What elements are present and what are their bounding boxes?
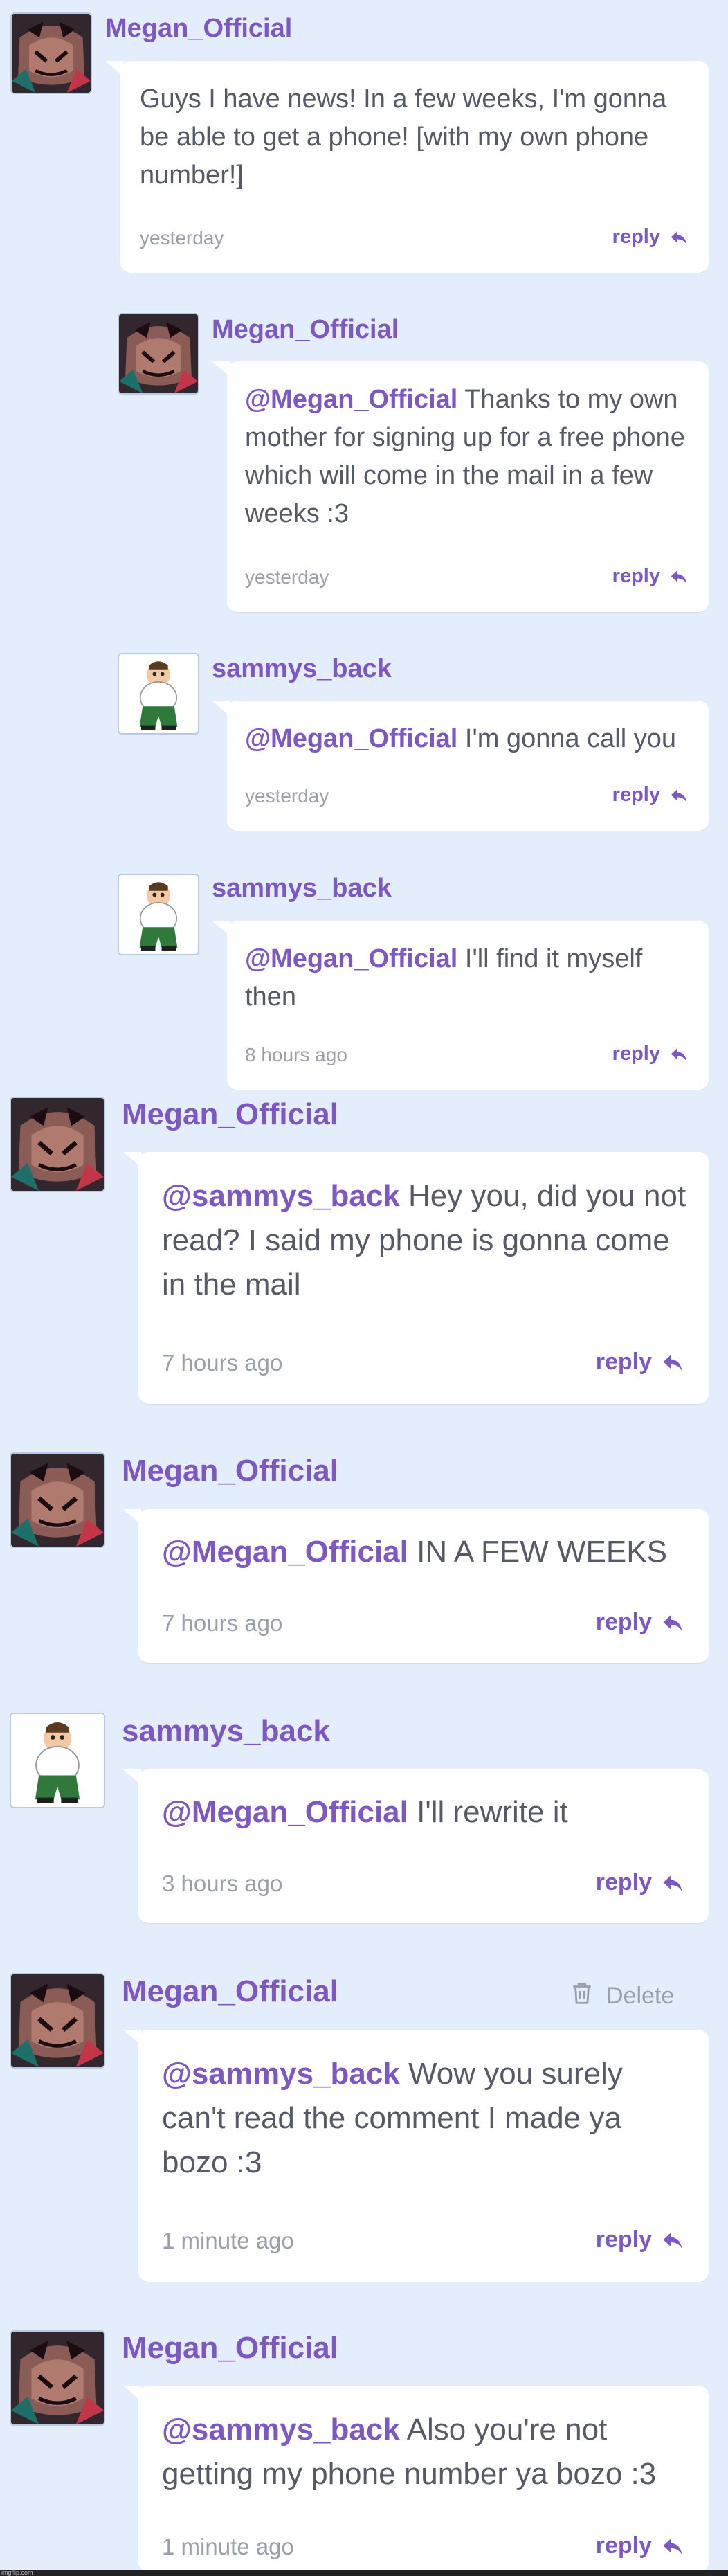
comment-bubble: @Megan_Official I'll find it myself then… [227,921,709,1090]
comment-text: @Megan_Official Thanks to my own mother … [245,381,695,533]
trash-icon [569,1980,595,2012]
delete-label: Delete [606,1983,675,2009]
comment-body: I'm gonna call you [464,724,677,753]
avatar[interactable] [118,313,199,395]
comment-timestamp: yesterday [140,227,224,249]
reply-label: reply [595,2226,652,2253]
reply-label: reply [595,1869,652,1895]
comment-username[interactable]: Megan_Official [122,1454,338,1488]
comment-username[interactable]: Megan_Official [122,1097,338,1132]
comment-bubble: @Megan_Official Thanks to my own mother … [227,361,709,612]
comment-bubble: @Megan_Official IN A FEW WEEKS 7 hours a… [138,1509,709,1663]
avatar[interactable] [10,12,92,94]
reply-label: reply [595,1349,652,1375]
comment-username[interactable]: Megan_Official [105,14,292,44]
comment-username[interactable]: sammys_back [122,1714,330,1749]
reply-arrow-icon [660,1610,685,1635]
avatar[interactable] [118,874,199,955]
comment-mention[interactable]: @Megan_Official [245,944,457,973]
reply-arrow-icon [668,227,689,248]
comment-body: Guys I have news! In a few weeks, I'm go… [140,84,667,190]
reply-label: reply [612,565,660,587]
avatar[interactable] [10,1973,105,2069]
comment-bubble: @sammys_back Also you're not getting my … [138,2386,709,2573]
reply-arrow-icon [660,2228,685,2253]
reply-button[interactable]: reply [596,2532,685,2559]
comment-body: IN A FEW WEEKS [417,1535,667,1569]
reply-button[interactable]: reply [596,2226,685,2253]
comment-text: @sammys_back Wow you surely can't read t… [162,2052,660,2184]
comment-timestamp: yesterday [245,566,329,588]
comment-username[interactable]: Megan_Official [122,1974,338,2009]
reply-button[interactable]: reply [596,1609,685,1636]
avatar[interactable] [10,1452,105,1548]
comment-body: I'll rewrite it [417,1795,568,1829]
reply-button[interactable]: reply [612,226,689,249]
comment-bubble: @sammys_back Wow you surely can't read t… [138,2030,709,2282]
reply-arrow-icon [660,2534,685,2559]
comment-mention[interactable]: @sammys_back [162,1179,400,1213]
comment-username[interactable]: sammys_back [212,874,392,903]
avatar[interactable] [118,653,199,735]
reply-arrow-icon [668,785,689,806]
reply-arrow-icon [660,1350,685,1375]
comment-text: Guys I have news! In a few weeks, I'm go… [140,80,686,195]
comment-timestamp: 7 hours ago [162,1610,283,1636]
comment-mention[interactable]: @sammys_back [162,2057,400,2091]
comment-text: @Megan_Official IN A FEW WEEKS [162,1530,695,1574]
comment-timestamp: yesterday [245,785,329,807]
reply-label: reply [595,1609,652,1635]
comment-bubble: @Megan_Official I'll rewrite it 3 hours … [138,1769,709,1923]
comment-timestamp: 1 minute ago [162,2228,294,2253]
reply-button[interactable]: reply [612,784,689,807]
comment-mention[interactable]: @sammys_back [162,2413,400,2447]
comment-timestamp: 8 hours ago [245,1044,347,1065]
reply-arrow-icon [668,566,689,587]
comment-timestamp: 7 hours ago [162,1350,283,1376]
comment-timestamp: 1 minute ago [162,2534,294,2559]
comment-text: @Megan_Official I'll find it myself then [245,940,660,1016]
bottom-bar: imgflip.com [0,2569,728,2576]
comment-text: @Megan_Official I'll rewrite it [162,1790,695,1835]
comment-mention[interactable]: @Megan_Official [162,1795,408,1829]
reply-label: reply [612,226,660,248]
comment-username[interactable]: Megan_Official [122,2331,338,2366]
comment-timestamp: 3 hours ago [162,1871,283,1896]
comment-bubble: @sammys_back Hey you, did you not read? … [138,1152,709,1404]
reply-button[interactable]: reply [612,565,689,588]
delete-button[interactable]: Delete [569,1980,674,2012]
comment-bubble: Guys I have news! In a few weeks, I'm go… [120,61,709,273]
comment-mention[interactable]: @Megan_Official [245,385,457,414]
avatar[interactable] [10,1713,105,1808]
reply-label: reply [612,1043,660,1065]
reply-button[interactable]: reply [596,1869,685,1896]
comment-text: @sammys_back Hey you, did you not read? … [162,1174,695,1306]
reply-button[interactable]: reply [596,1349,685,1376]
reply-label: reply [612,784,660,806]
comment-text: @sammys_back Also you're not getting my … [162,2408,702,2496]
comment-username[interactable]: Megan_Official [212,315,399,345]
avatar[interactable] [10,1097,105,1192]
reply-arrow-icon [660,1871,685,1895]
comment-mention[interactable]: @Megan_Official [162,1535,408,1569]
reply-arrow-icon [668,1044,689,1065]
reply-button[interactable]: reply [612,1043,689,1065]
reply-label: reply [595,2532,652,2559]
comment-bubble: @Megan_Official I'm gonna call you yeste… [227,701,709,831]
comment-username[interactable]: sammys_back [212,654,392,684]
avatar[interactable] [10,2330,105,2426]
comment-text: @Megan_Official I'm gonna call you [245,720,695,758]
comment-mention[interactable]: @Megan_Official [245,724,457,753]
watermark: imgflip.com [1,2569,33,2576]
